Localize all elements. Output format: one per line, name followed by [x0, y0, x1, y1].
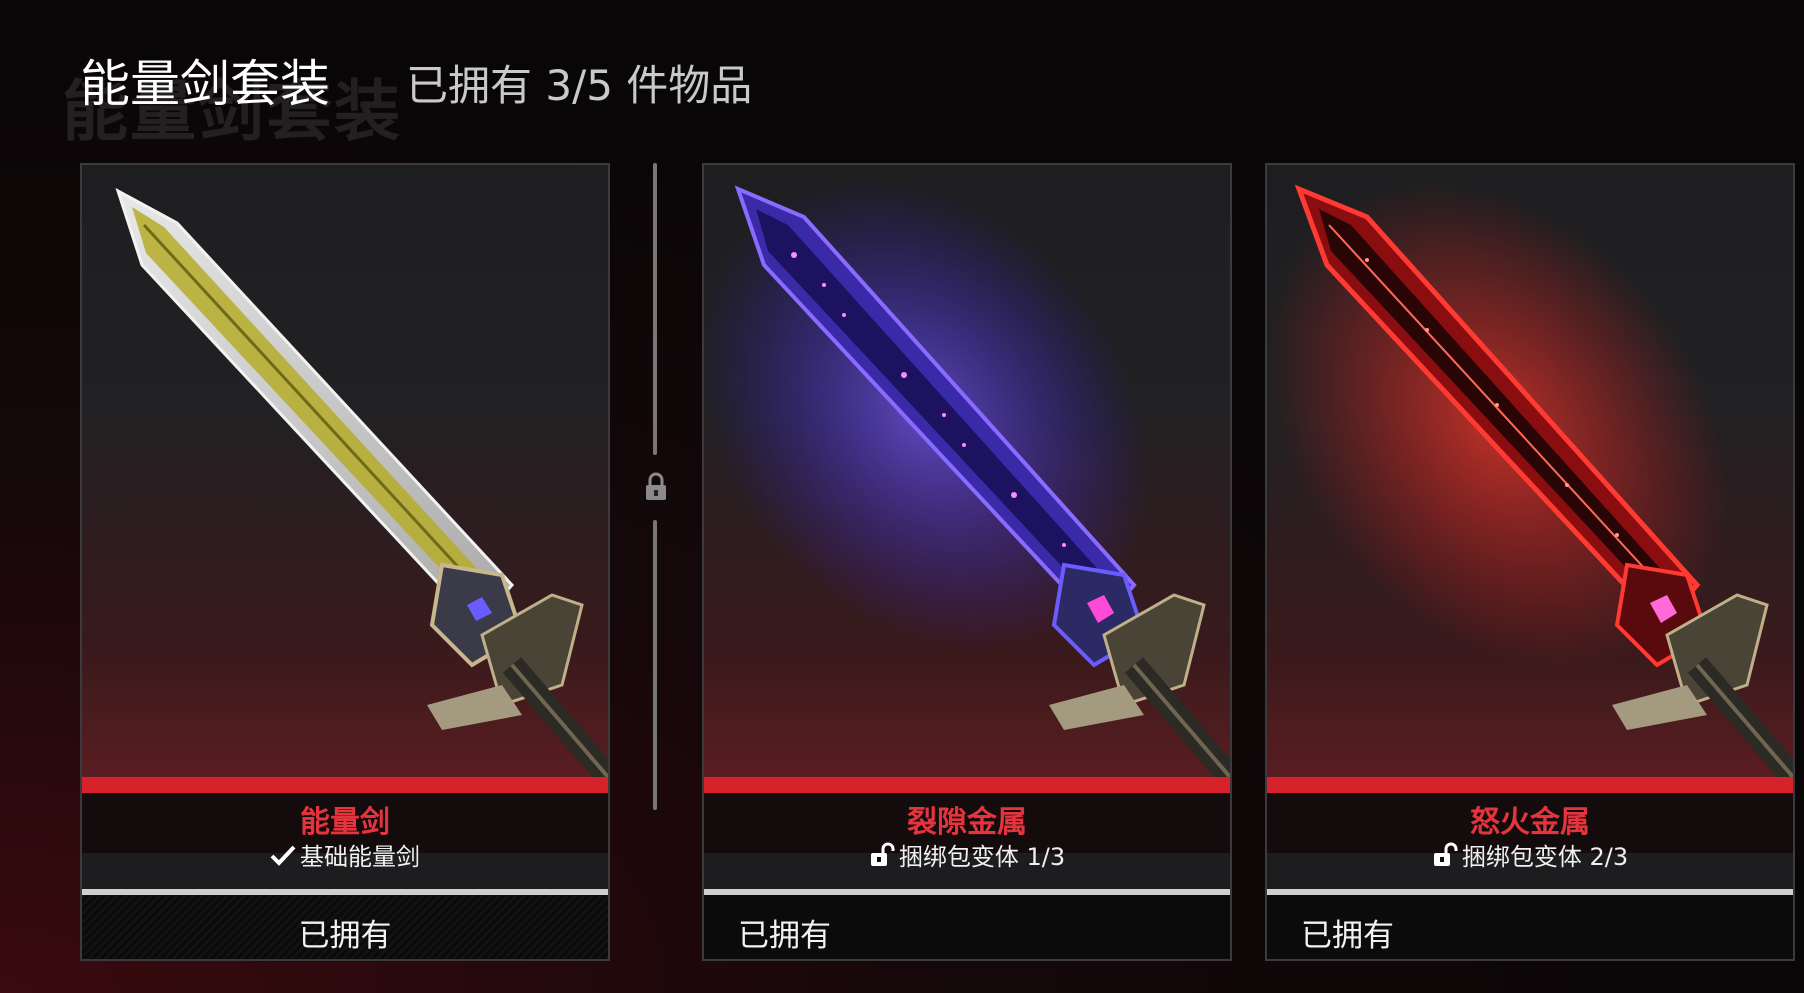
sword-art [704, 165, 1230, 777]
item-name: 裂隙金属 [907, 805, 1027, 840]
item-variant: 捆绑包变体 1/3 [704, 837, 1230, 874]
rarity-bar [1267, 777, 1793, 793]
variant-label: 捆绑包变体 1/3 [898, 843, 1066, 871]
item-name: 怒火金属 [1470, 805, 1590, 840]
check-icon [270, 844, 296, 872]
rarity-bar [704, 777, 1230, 793]
variant-label: 基础能量剑 [300, 843, 420, 871]
item-card-energy-sword[interactable]: 能量剑 基础能量剑 已拥有 [80, 163, 610, 961]
owned-status: 已拥有 [298, 918, 392, 954]
rarity-bar [82, 777, 608, 793]
item-card-fury-metal[interactable]: 怒火金属 捆绑包变体 2/3 已拥有 [1265, 163, 1795, 961]
ownership-count: 已拥有 3/5 件物品 [406, 61, 753, 110]
variant-label: 捆绑包变体 2/3 [1461, 843, 1629, 871]
unlock-icon [869, 842, 895, 874]
lock-icon [644, 472, 668, 506]
item-variant: 捆绑包变体 2/3 [1267, 837, 1793, 874]
unlock-icon [1432, 842, 1458, 874]
owned-status: 已拥有 [1301, 918, 1394, 954]
page-title: 能量剑套装 [80, 55, 330, 113]
item-name: 能量剑 [300, 805, 390, 840]
divider-bottom [653, 520, 657, 810]
sword-art [82, 165, 608, 777]
item-card-rift-metal[interactable]: 裂隙金属 捆绑包变体 1/3 已拥有 [702, 163, 1232, 961]
owned-status: 已拥有 [738, 918, 831, 954]
sword-art [1267, 165, 1793, 777]
item-variant: 基础能量剑 [82, 837, 608, 872]
divider-top [653, 163, 657, 455]
